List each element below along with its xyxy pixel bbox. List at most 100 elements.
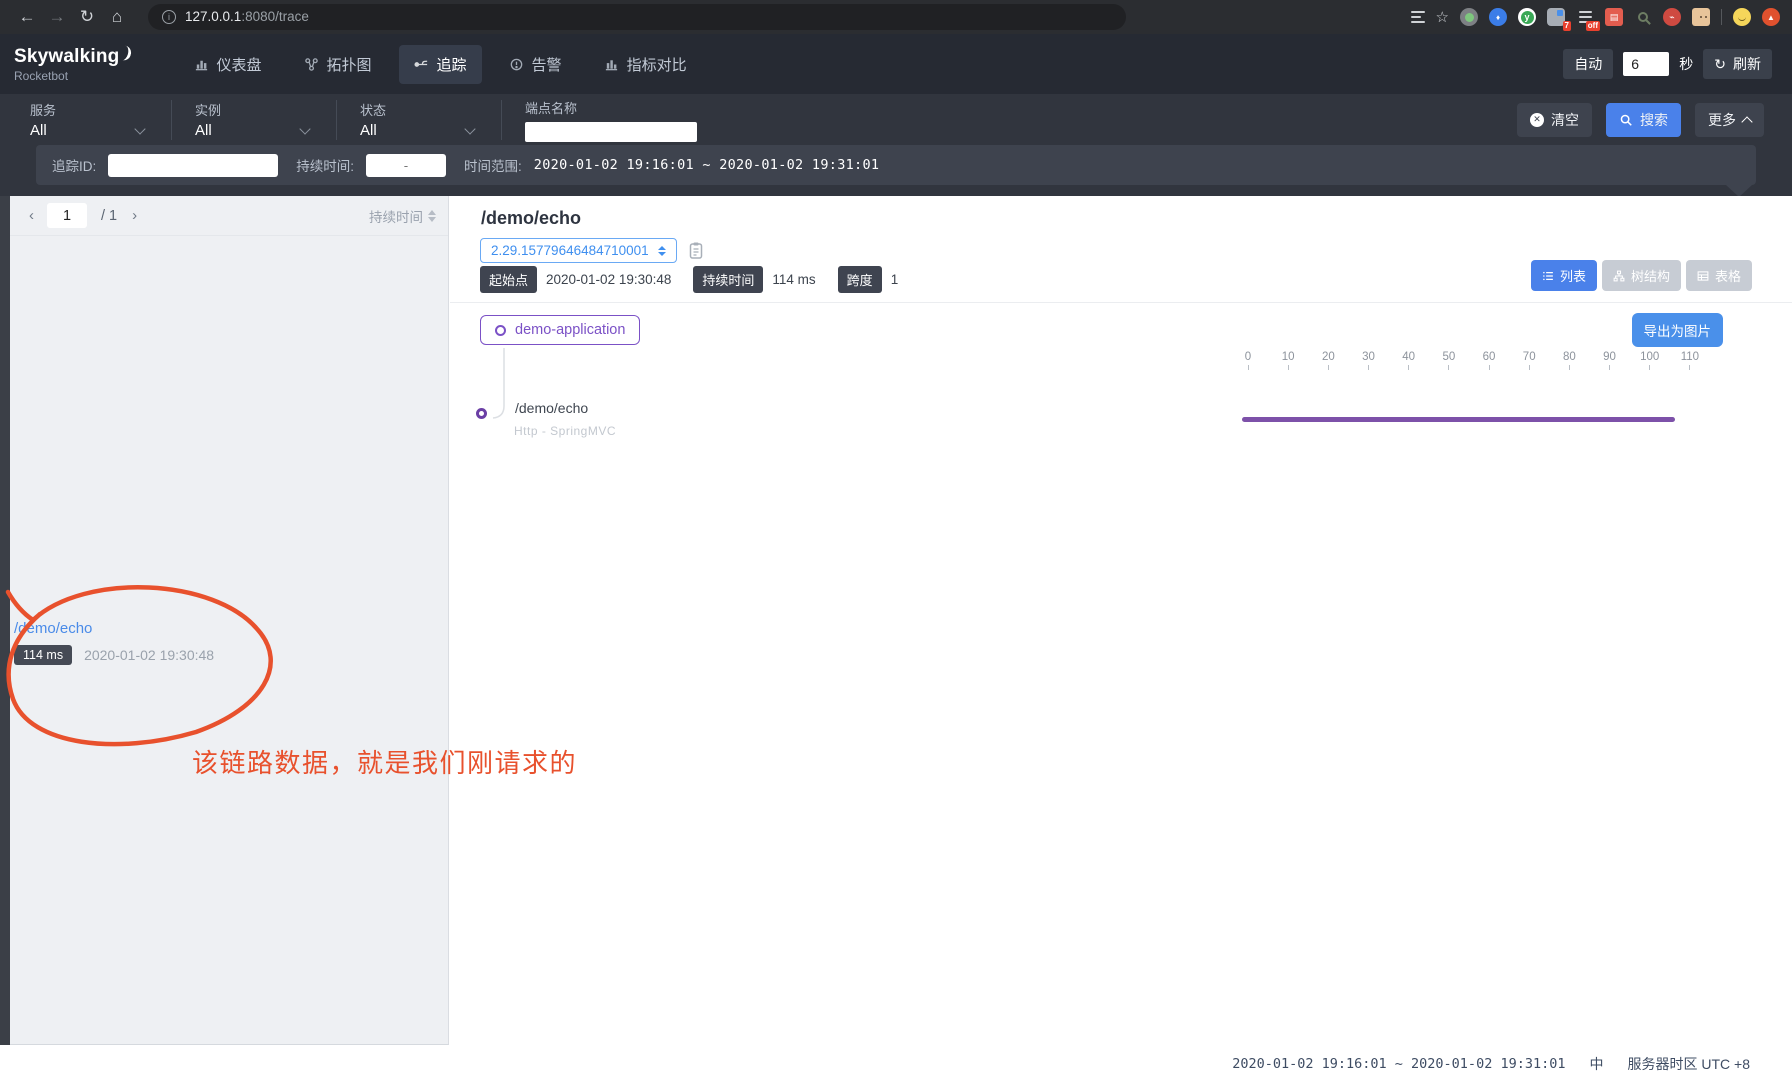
endpoint-name-input[interactable] [525,122,697,142]
url-host: 127.0.0.1 [185,9,241,24]
service-label: 服务 [30,100,148,119]
tab-dashboard[interactable]: 仪表盘 [179,45,277,84]
refresh-interval-input[interactable] [1623,52,1669,76]
extension-balloon-icon[interactable]: ♦ [1489,8,1507,26]
axis-tick: 30 [1356,351,1382,370]
list-icon [1542,270,1554,282]
span-endpoint-name[interactable]: /demo/echo [515,400,588,416]
extension-doc-plus-icon[interactable]: ▤ [1605,8,1623,26]
clear-button[interactable]: ✕ 清空 [1517,103,1592,137]
tab-label: 告警 [532,54,562,75]
extension-face-icon[interactable] [1692,8,1710,26]
refresh-unit-label: 秒 [1679,54,1693,74]
service-select[interactable]: 服务 All [30,100,148,139]
axis-tick: 80 [1556,351,1582,370]
refresh-button[interactable]: ↻ 刷新 [1703,49,1772,79]
filter-separator [336,100,337,140]
reading-list-icon[interactable] [1411,11,1425,23]
export-image-button[interactable]: 导出为图片 [1632,313,1724,347]
view-tree-button[interactable]: 树结构 [1602,260,1681,291]
trace-detail-panel: /demo/echo 2.29.15779646484710001 起始点 20… [450,196,1792,1048]
app-navbar: Skywalking Rocketbot 仪表盘 拓扑图 追踪 告警 指 [0,34,1792,94]
extension-y-icon[interactable]: y [1518,8,1536,26]
endpoint-label: 端点名称 [525,98,705,117]
language-toggle[interactable]: 中 [1589,1054,1603,1074]
axis-tick: 110 [1677,351,1703,370]
refresh-label: 刷新 [1733,54,1761,74]
tab-label: 追踪 [437,54,467,75]
tab-metrics-compare[interactable]: 指标对比 [589,45,702,84]
browser-back-icon[interactable]: ← [12,0,42,34]
table-icon [1697,270,1709,282]
page-number-input[interactable] [47,203,87,228]
extension-puzzle-icon[interactable]: 7 [1547,8,1565,26]
tab-trace[interactable]: 追踪 [399,45,482,84]
span-node-icon[interactable] [476,408,487,419]
view-button-label: 表格 [1715,266,1741,285]
left-edge-strip [0,196,10,1045]
trace-id-input[interactable] [108,154,278,177]
view-table-button[interactable]: 表格 [1686,260,1752,291]
address-bar[interactable]: i 127.0.0.1:8080/trace [148,4,1126,30]
logo-swoosh-icon [120,45,132,62]
trace-id-select[interactable]: 2.29.15779646484710001 [480,238,677,263]
service-chip[interactable]: demo-application [480,315,640,345]
copy-clipboard-icon[interactable] [688,241,704,260]
filter-separator [171,100,172,140]
sort-by-duration[interactable]: 持续时间 [369,206,436,226]
page-info-icon[interactable]: i [162,10,176,24]
service-ring-icon [495,325,506,336]
instance-label: 实例 [195,100,313,119]
trace-list-item[interactable]: /demo/echo 114 ms 2020-01-02 19:30:48 [14,620,214,665]
select-updown-icon [658,246,666,256]
bar-chart-icon [194,57,209,72]
duration-input[interactable] [366,154,446,177]
extension-list-icon[interactable]: off [1576,8,1594,26]
browser-forward-icon[interactable]: → [42,0,72,34]
instance-select[interactable]: 实例 All [195,100,313,139]
browser-toolbar: ← → ↻ ⌂ i 127.0.0.1:8080/trace ☆ ♦ y 7 o… [0,0,1792,34]
logo-text: Skywalking [14,46,120,68]
trace-endpoint-link[interactable]: /demo/echo [14,620,214,637]
filter-separator [501,100,502,140]
tree-icon [1613,270,1625,282]
browser-avatar[interactable]: ▲ [1762,8,1780,26]
trace-route-icon [414,57,429,72]
time-range-value[interactable]: 2020-01-02 19:16:01 ~ 2020-01-02 19:31:0… [534,157,880,173]
extension-badge: 7 [1563,21,1571,31]
bookmark-star-icon[interactable]: ☆ [1436,8,1449,26]
axis-tick: 10 [1275,351,1301,370]
axis-tick: 70 [1516,351,1542,370]
filter-buttons: ✕ 清空 搜索 更多 [1517,103,1764,137]
status-time-range: 2020-01-02 19:16:01 ~ 2020-01-02 19:31:0… [1232,1056,1565,1072]
search-button[interactable]: 搜索 [1606,103,1681,137]
endpoint-filter: 端点名称 [525,98,705,142]
app-logo[interactable]: Skywalking Rocketbot [14,46,131,83]
prev-page-button[interactable]: ‹ [22,207,41,224]
auto-refresh-toggle[interactable]: 自动 [1563,49,1613,79]
trace-id-value: 2.29.15779646484710001 [491,243,649,258]
sort-label: 持续时间 [369,206,423,226]
next-page-button[interactable]: › [125,207,144,224]
status-select[interactable]: 状态 All [360,100,478,139]
profile-smiley-icon[interactable] [1733,8,1751,26]
tab-topology[interactable]: 拓扑图 [289,45,387,84]
extension-magnifier-icon[interactable] [1634,8,1652,26]
service-chip-label: demo-application [515,322,625,338]
view-list-button[interactable]: 列表 [1531,260,1597,291]
refresh-icon: ↻ [1714,56,1726,73]
service-value: All [30,122,47,139]
more-button[interactable]: 更多 [1695,103,1764,137]
search-label: 搜索 [1640,110,1668,130]
extension-plug-icon[interactable]: ⌁ [1663,8,1681,26]
filter-area: 服务 All 实例 All 状态 All 端点名称 ✕ 清空 [0,94,1792,196]
browser-home-icon[interactable]: ⌂ [102,0,132,34]
browser-reload-icon[interactable]: ↻ [72,0,102,34]
tab-alarm[interactable]: 告警 [494,45,577,84]
trace-meta-row: 起始点 2020-01-02 19:30:48 持续时间 114 ms 跨度 1 [480,266,898,293]
span-duration-bar[interactable] [1242,417,1675,422]
extension-green-dot-icon[interactable] [1460,8,1478,26]
chevron-up-icon [1741,116,1752,127]
span-tree-connector [490,346,520,436]
view-mode-buttons: 列表 树结构 表格 [1531,260,1752,291]
